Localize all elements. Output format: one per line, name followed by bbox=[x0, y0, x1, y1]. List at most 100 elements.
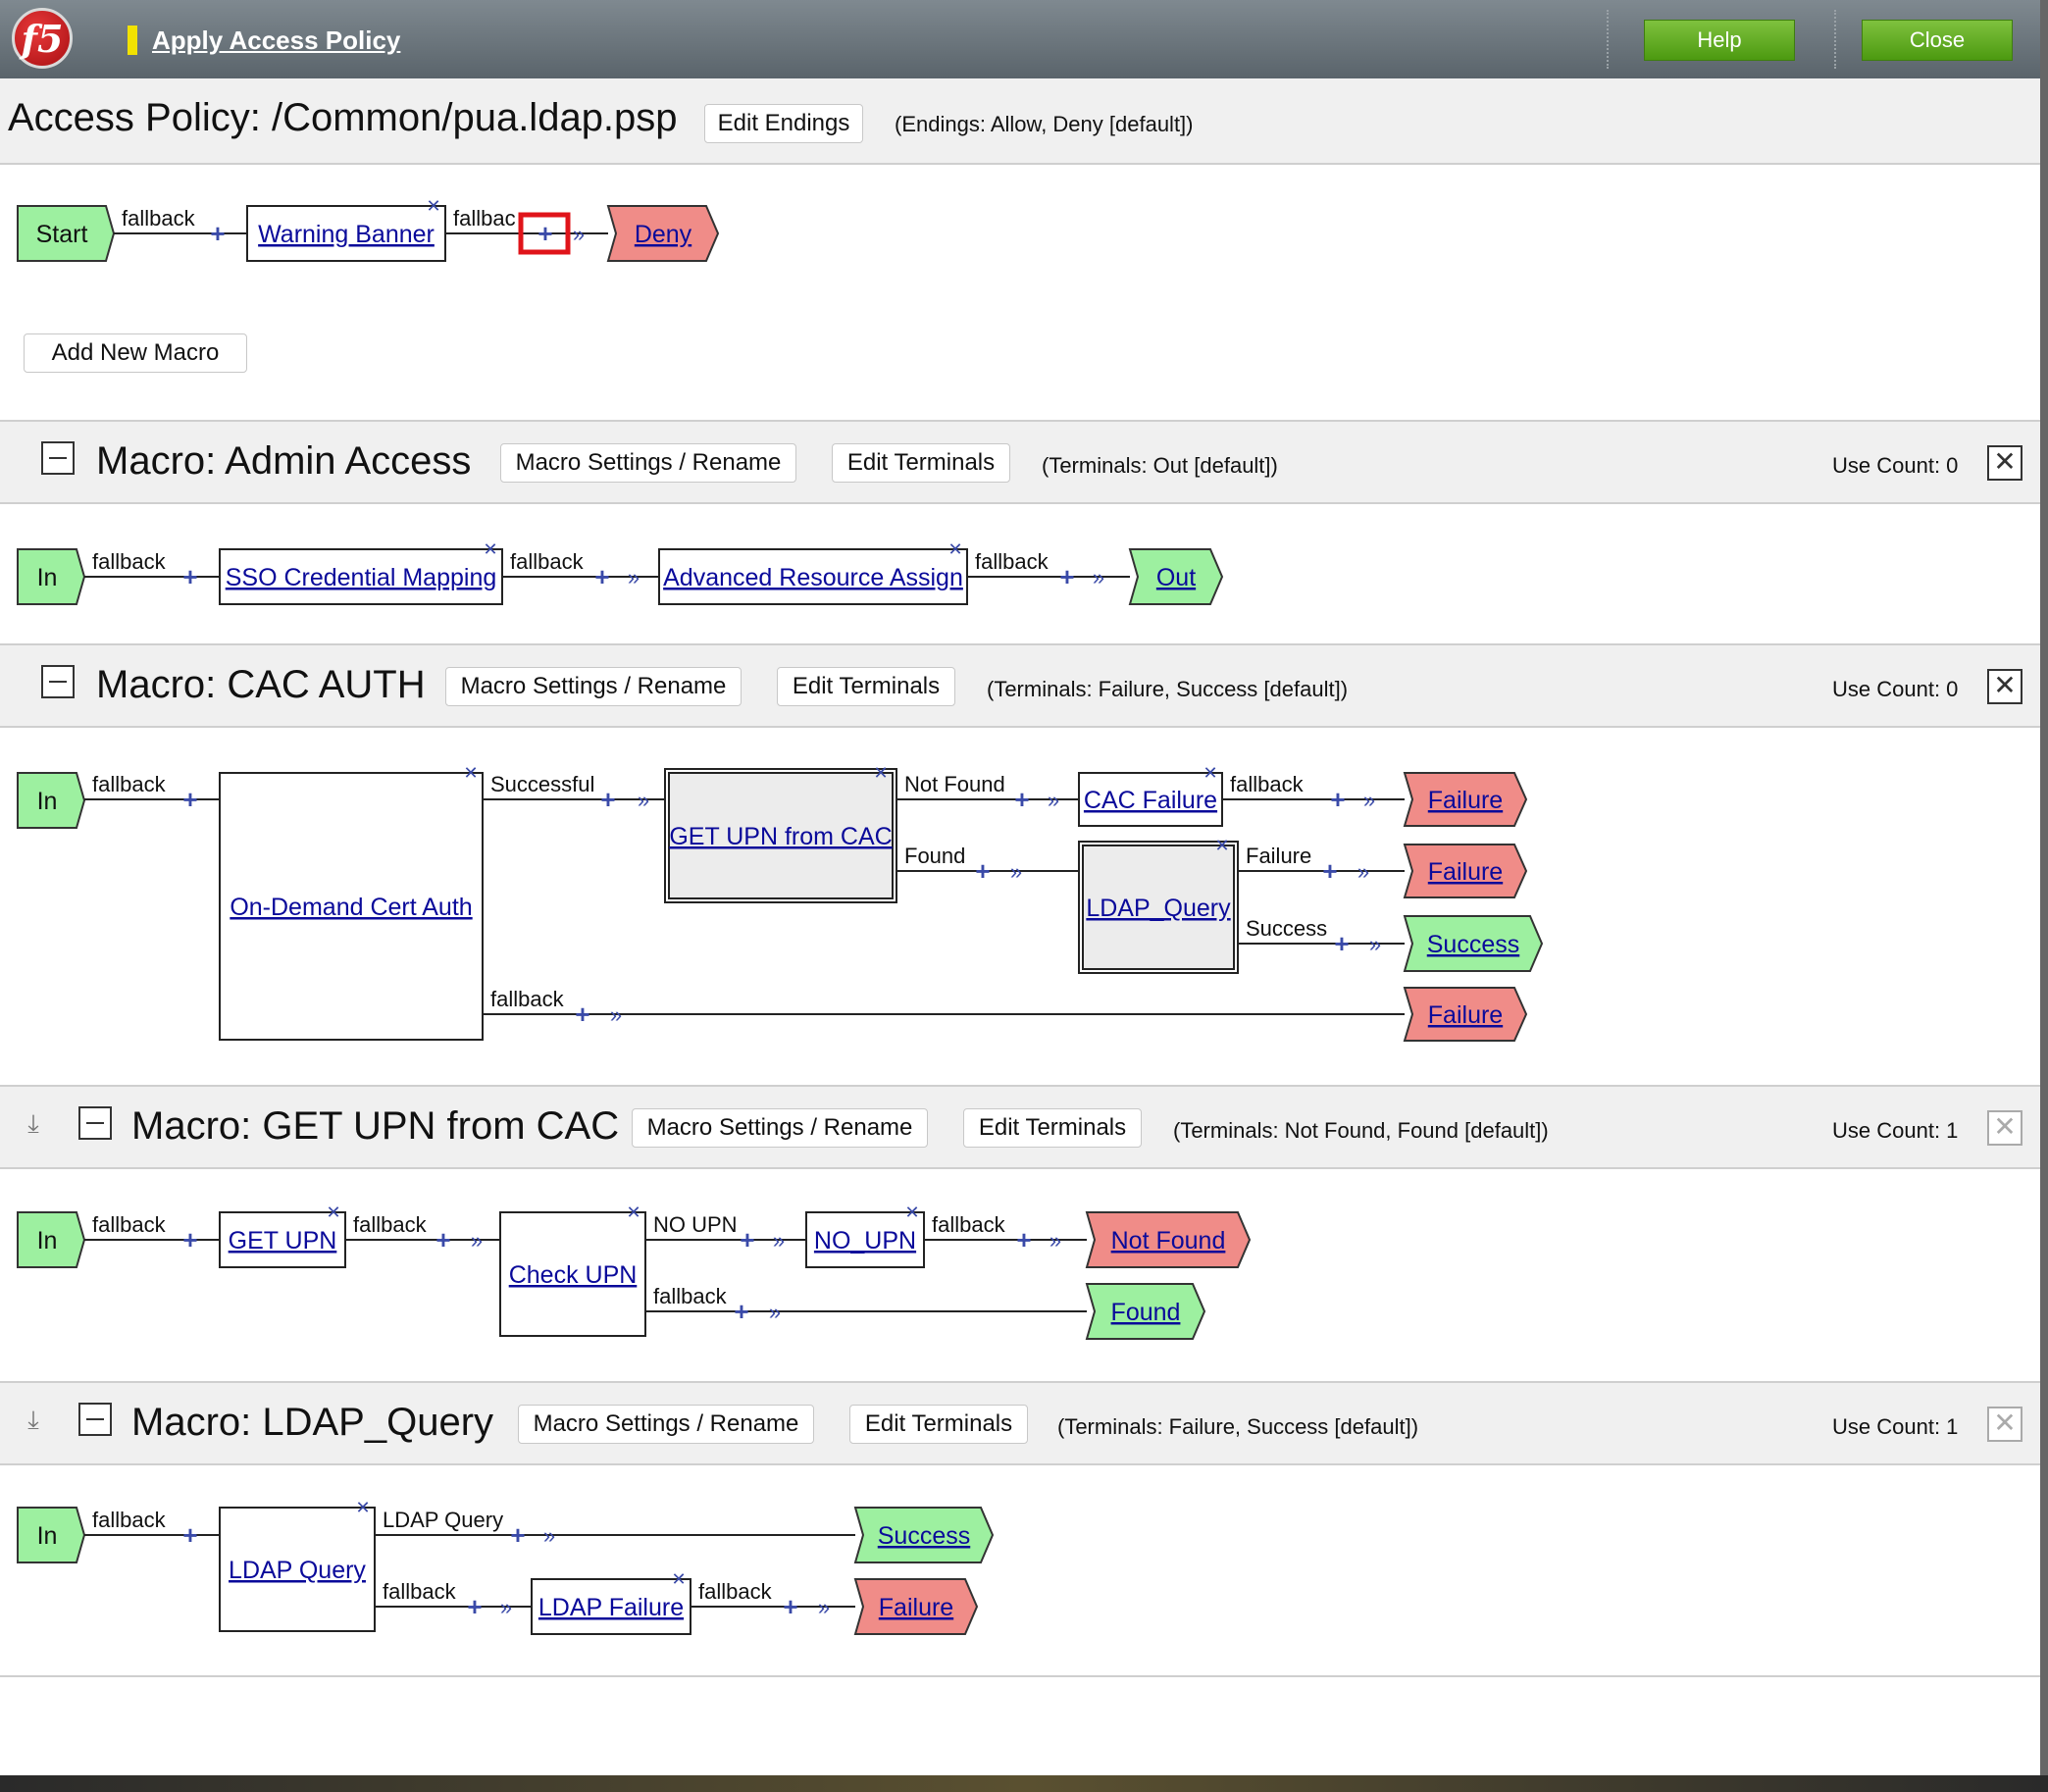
remove-item-icon[interactable]: ✕ bbox=[947, 539, 962, 559]
arrow-icon: » bbox=[1093, 565, 1104, 589]
policy-flow-diagram: Start fallback + Warning Banner ✕ fallbac + » De… bbox=[17, 196, 1544, 1635]
start-node-label: In bbox=[37, 564, 58, 591]
branch-label: LDAP Query bbox=[383, 1508, 503, 1532]
add-action-icon[interactable]: + bbox=[975, 856, 990, 886]
arrow-icon: » bbox=[573, 222, 585, 246]
remove-item-icon[interactable]: ✕ bbox=[904, 1203, 919, 1222]
add-action-icon[interactable]: + bbox=[600, 785, 615, 814]
action-link[interactable]: LDAP_Query bbox=[1086, 895, 1231, 922]
add-action-icon[interactable]: + bbox=[1016, 1225, 1031, 1254]
add-action-icon[interactable]: + bbox=[783, 1592, 797, 1621]
add-action-icon[interactable]: + bbox=[210, 219, 225, 248]
branch-label: fallback bbox=[698, 1579, 773, 1604]
arrow-icon: » bbox=[1050, 1228, 1061, 1253]
start-node-label: In bbox=[37, 788, 58, 815]
action-link[interactable]: Warning Banner bbox=[258, 221, 435, 248]
branch-label: fallback bbox=[975, 549, 1050, 574]
add-action-icon[interactable]: + bbox=[1014, 785, 1029, 814]
remove-item-icon[interactable]: ✕ bbox=[355, 1498, 370, 1517]
action-link[interactable]: GET UPN bbox=[229, 1227, 337, 1254]
action-link[interactable]: SSO Credential Mapping bbox=[226, 564, 497, 591]
arrow-icon: » bbox=[471, 1228, 483, 1253]
branch-label: Successful bbox=[490, 772, 594, 796]
add-action-icon[interactable]: + bbox=[182, 1520, 197, 1550]
branch-label: Success bbox=[1246, 916, 1327, 941]
action-link[interactable]: LDAP Query bbox=[229, 1557, 366, 1584]
arrow-icon: » bbox=[818, 1595, 830, 1619]
add-action-icon[interactable]: + bbox=[1330, 785, 1345, 814]
branch-label: fallback bbox=[92, 549, 167, 574]
terminal-node-link[interactable]: Failure bbox=[1428, 1001, 1503, 1029]
add-action-icon[interactable]: + bbox=[594, 562, 609, 591]
branch-label: fallback bbox=[1230, 772, 1305, 796]
arrow-icon: » bbox=[1010, 859, 1022, 884]
arrow-icon: » bbox=[1357, 859, 1369, 884]
terminal-node-link[interactable]: Found bbox=[1111, 1299, 1181, 1326]
apply-access-policy-window: f5 Apply Access Policy Help Close Access… bbox=[0, 0, 2048, 1792]
terminal-node-link[interactable]: Failure bbox=[1428, 858, 1503, 886]
add-action-icon[interactable]: + bbox=[182, 1225, 197, 1254]
action-link[interactable]: GET UPN from CAC bbox=[669, 823, 892, 850]
add-action-icon[interactable]: + bbox=[575, 999, 589, 1029]
window-edge bbox=[0, 1775, 2048, 1792]
action-link[interactable]: Check UPN bbox=[509, 1261, 638, 1289]
add-action-icon[interactable]: + bbox=[538, 219, 552, 248]
action-link[interactable]: CAC Failure bbox=[1084, 787, 1217, 814]
branch-label: fallback bbox=[92, 772, 167, 796]
terminal-node-link[interactable]: Success bbox=[878, 1522, 970, 1550]
remove-item-icon[interactable]: ✕ bbox=[1203, 763, 1217, 783]
branch-label: fallback bbox=[92, 1212, 167, 1237]
terminal-node-link[interactable]: Failure bbox=[1428, 787, 1503, 814]
terminal-node-link[interactable]: Deny bbox=[635, 221, 692, 248]
arrow-icon: » bbox=[610, 1002, 622, 1027]
add-action-icon[interactable]: + bbox=[1334, 929, 1349, 958]
terminal-node-link[interactable]: Not Found bbox=[1111, 1227, 1226, 1254]
arrow-icon: » bbox=[628, 565, 640, 589]
remove-item-icon[interactable]: ✕ bbox=[626, 1203, 640, 1222]
arrow-icon: » bbox=[1048, 788, 1059, 812]
add-action-icon[interactable]: + bbox=[182, 562, 197, 591]
arrow-icon: » bbox=[1369, 932, 1381, 956]
branch-label: Not Found bbox=[904, 772, 1005, 796]
branch-label: fallbac bbox=[453, 206, 516, 230]
branch-label: fallback bbox=[510, 549, 585, 574]
terminal-node-link[interactable]: Out bbox=[1156, 564, 1196, 591]
terminal-node-link[interactable]: Success bbox=[1427, 931, 1519, 958]
branch-label: fallback bbox=[383, 1579, 457, 1604]
add-action-icon[interactable]: + bbox=[467, 1592, 482, 1621]
remove-item-icon[interactable]: ✕ bbox=[671, 1569, 686, 1589]
start-node-label: Start bbox=[36, 221, 88, 248]
remove-item-icon[interactable]: ✕ bbox=[463, 763, 478, 783]
branch-label: Failure bbox=[1246, 844, 1311, 868]
window-edge bbox=[2040, 0, 2048, 1792]
remove-item-icon[interactable]: ✕ bbox=[1214, 836, 1229, 855]
action-link[interactable]: Advanced Resource Assign bbox=[663, 564, 963, 591]
remove-item-icon[interactable]: ✕ bbox=[873, 763, 888, 783]
add-action-icon[interactable]: + bbox=[435, 1225, 450, 1254]
remove-item-icon[interactable]: ✕ bbox=[426, 196, 440, 216]
arrow-icon: » bbox=[769, 1300, 781, 1324]
action-link[interactable]: NO_UPN bbox=[814, 1227, 916, 1254]
start-node-label: In bbox=[37, 1227, 58, 1254]
add-action-icon[interactable]: + bbox=[740, 1225, 754, 1254]
branch-label: fallback bbox=[353, 1212, 428, 1237]
branch-label: NO UPN bbox=[653, 1212, 738, 1237]
add-action-icon[interactable]: + bbox=[1322, 856, 1337, 886]
branch-label: fallback bbox=[653, 1284, 728, 1308]
arrow-icon: » bbox=[638, 788, 649, 812]
arrow-icon: » bbox=[500, 1595, 512, 1619]
add-action-icon[interactable]: + bbox=[510, 1520, 525, 1550]
terminal-node-link[interactable]: Failure bbox=[879, 1594, 953, 1621]
add-action-icon[interactable]: + bbox=[182, 785, 197, 814]
remove-item-icon[interactable]: ✕ bbox=[326, 1203, 340, 1222]
arrow-icon: » bbox=[543, 1523, 555, 1548]
branch-label: fallback bbox=[932, 1212, 1006, 1237]
branch-label: fallback bbox=[92, 1508, 167, 1532]
action-link[interactable]: On-Demand Cert Auth bbox=[230, 894, 472, 921]
branch-label: fallback bbox=[122, 206, 196, 230]
add-action-icon[interactable]: + bbox=[1059, 562, 1074, 591]
action-link[interactable]: LDAP Failure bbox=[538, 1594, 684, 1621]
branch-label: Found bbox=[904, 844, 965, 868]
remove-item-icon[interactable]: ✕ bbox=[483, 539, 497, 559]
add-action-icon[interactable]: + bbox=[734, 1297, 748, 1326]
